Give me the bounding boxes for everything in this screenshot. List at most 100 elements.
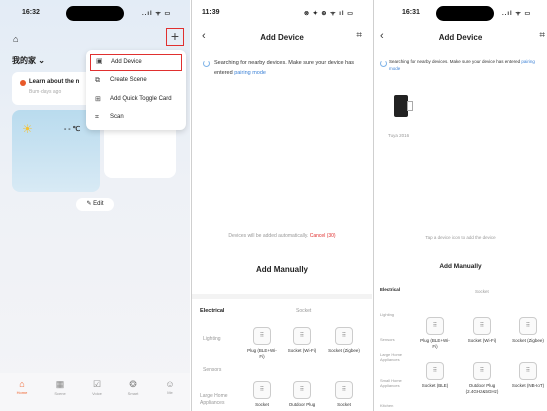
sun-icon: ☀ bbox=[22, 122, 33, 136]
status-bar: 16:32 ..ıl ᯤ ▭ bbox=[0, 0, 190, 26]
searching-spinner-icon bbox=[203, 60, 210, 67]
scene-tab-icon: ▦ bbox=[55, 379, 65, 389]
device-tile-label: Plug (BLE+Wi-Fi) bbox=[420, 338, 450, 349]
category-small-home-appliances[interactable]: Small Home Appliances bbox=[380, 378, 408, 388]
device-tile[interactable]: ⠿ Socket (NB-IoT) bbox=[511, 362, 545, 389]
searching-message: Searching for nearby devices. Make sure … bbox=[389, 59, 522, 64]
tab-label: Home bbox=[16, 390, 28, 395]
learn-card-subtitle: Bum·days ago bbox=[29, 89, 62, 95]
status-time: 16:32 bbox=[22, 9, 40, 16]
category-sensors[interactable]: Sensors bbox=[203, 367, 221, 374]
tab-smart[interactable]: ❂ Smart bbox=[119, 379, 147, 396]
menu-scan[interactable]: ⌗ Scan bbox=[90, 109, 182, 126]
menu-item-label: Scan bbox=[110, 114, 124, 120]
plug-device-icon bbox=[394, 95, 408, 117]
found-device-name: Tuya 2016 bbox=[388, 133, 410, 138]
device-tile-label: Socket bbox=[255, 402, 269, 407]
searching-text: Searching for nearby devices. Make sure … bbox=[389, 58, 541, 72]
socket-icon: ⠿ bbox=[335, 381, 353, 399]
smart-tab-icon: ❂ bbox=[129, 379, 137, 389]
device-tile-label: Socket (NB-IoT) bbox=[511, 383, 545, 388]
page-title: Add Device bbox=[260, 33, 304, 42]
category-electrical[interactable]: Electrical bbox=[200, 308, 224, 314]
device-tile[interactable]: ⠿ Socket (Wi-Fi) bbox=[465, 317, 499, 344]
add-menu: ▣ Add Device ⧉ Create Scene ⊞ Add Quick … bbox=[86, 50, 186, 130]
socket-pins-icon bbox=[407, 101, 413, 111]
add-manually-heading[interactable]: Add Manually bbox=[192, 265, 372, 274]
searching-spinner-icon bbox=[380, 60, 387, 67]
menu-item-label: Add Device bbox=[111, 59, 142, 65]
device-tile[interactable]: ⠿ Plug (BLE+Wi-Fi) bbox=[245, 327, 279, 359]
device-tile-label: Socket (Zigbee) bbox=[328, 348, 360, 353]
device-tile-label: Plug (BLE+Wi-Fi) bbox=[247, 348, 277, 359]
socket-icon: ⠿ bbox=[253, 327, 271, 345]
tab-voice[interactable]: ☑ Voice bbox=[83, 379, 111, 396]
scan-icon[interactable]: ⌗ bbox=[539, 30, 545, 41]
socket-icon: ⠿ bbox=[293, 327, 311, 345]
dynamic-island bbox=[436, 6, 494, 21]
status-icons: ..ıl ᯤ ▭ bbox=[502, 11, 532, 17]
device-tile[interactable]: ⠿ Plug (BLE+Wi-Fi) bbox=[418, 317, 452, 349]
device-tile[interactable]: ⠿ Socket (Zigbee) bbox=[327, 327, 361, 354]
edit-button[interactable]: ✎ Edit bbox=[76, 198, 114, 211]
device-tile[interactable]: ⠿ Socket (Zigbee) bbox=[511, 317, 545, 344]
learn-card-title: Learn about the n bbox=[29, 79, 80, 85]
category-lighting[interactable]: Lighting bbox=[203, 336, 221, 343]
scan-icon: ⌗ bbox=[95, 114, 99, 121]
device-tile-label: Socket (Wi-Fi) bbox=[287, 348, 317, 353]
tab-home[interactable]: ⌂ Home bbox=[8, 379, 36, 395]
device-tile-label: Socket (BLE) bbox=[421, 383, 449, 388]
tab-me[interactable]: ☺ Me bbox=[156, 379, 184, 395]
status-time: 16:31 bbox=[402, 9, 420, 16]
status-bar: 16:31 ..ıl ᯤ ▭ bbox=[374, 0, 547, 26]
menu-item-label: Add Quick Toggle Card bbox=[110, 96, 172, 102]
add-manually-heading[interactable]: Add Manually bbox=[374, 263, 547, 270]
category-large-home-appliances[interactable]: Large Home Appliances bbox=[380, 352, 408, 362]
device-tile[interactable]: ⠿ Socket (BLE) bbox=[418, 362, 452, 389]
tab-bar: ⌂ Home ▦ Scene ☑ Voice ❂ Smart ☺ Me bbox=[0, 373, 190, 411]
device-icon: ▣ bbox=[96, 58, 103, 65]
status-icons: ⊗ ✦ ⊕ ᯤ ıl ▭ bbox=[304, 11, 354, 17]
device-tile[interactable]: ⠿ Socket (Wi-Fi) bbox=[285, 327, 319, 354]
cancel-link[interactable]: Cancel (30) bbox=[310, 233, 336, 239]
toggle-card-icon: ⊞ bbox=[95, 96, 101, 103]
add-plus-button[interactable]: + bbox=[166, 28, 184, 46]
home-screen: 16:32 ..ıl ᯤ ▭ ⌂ + 我的家 ⌄ Learn about the… bbox=[0, 0, 190, 411]
device-tile[interactable]: ⠿ Socket bbox=[327, 381, 361, 408]
weather-temperature: - - ℃ bbox=[64, 126, 81, 133]
socket-icon: ⠿ bbox=[519, 317, 537, 335]
home-name-selector[interactable]: 我的家 ⌄ bbox=[12, 55, 45, 66]
divider bbox=[192, 294, 372, 299]
device-tile-label: Socket bbox=[337, 402, 351, 407]
device-tile[interactable]: ⠿ Outdoor Plug bbox=[285, 381, 319, 408]
found-device[interactable] bbox=[394, 95, 414, 121]
home-icon[interactable]: ⌂ bbox=[13, 34, 18, 44]
add-device-screen-searching: 11:39 ⊗ ✦ ⊕ ᯤ ıl ▭ ‹ Add Device ⌗ Search… bbox=[191, 0, 372, 411]
me-tab-icon: ☺ bbox=[165, 379, 175, 389]
menu-item-label: Create Scene bbox=[110, 77, 147, 83]
home-tab-icon: ⌂ bbox=[19, 379, 25, 389]
category-sensors[interactable]: Sensors bbox=[380, 336, 395, 343]
device-tile[interactable]: ⠿ Socket bbox=[245, 381, 279, 408]
tab-label: Smart bbox=[127, 391, 139, 396]
menu-create-scene[interactable]: ⧉ Create Scene bbox=[90, 72, 182, 89]
device-tile[interactable]: ⠿ Outdoor Plug (2.4GHz&5GHz) bbox=[465, 362, 499, 394]
scan-icon[interactable]: ⌗ bbox=[356, 30, 362, 41]
socket-icon: ⠿ bbox=[473, 317, 491, 335]
page-title: Add Device bbox=[438, 33, 483, 42]
menu-add-device[interactable]: ▣ Add Device bbox=[90, 54, 182, 71]
tab-scene[interactable]: ▦ Scene bbox=[46, 379, 74, 396]
location-pin-icon bbox=[20, 80, 26, 86]
auto-add-note: Devices will be added automatically. Can… bbox=[192, 233, 372, 239]
category-electrical[interactable]: Electrical bbox=[380, 287, 400, 292]
tab-label: Me bbox=[167, 390, 173, 395]
category-kitchen[interactable]: Kitchen bbox=[380, 402, 393, 409]
menu-add-quick-toggle-card[interactable]: ⊞ Add Quick Toggle Card bbox=[90, 91, 182, 108]
category-lighting[interactable]: Lighting bbox=[380, 311, 394, 318]
device-tile-label: Outdoor Plug (2.4GHz&5GHz) bbox=[465, 383, 499, 394]
category-large-home-appliances[interactable]: Large Home Appliances bbox=[200, 393, 240, 407]
socket-icon: ⠿ bbox=[253, 381, 271, 399]
pairing-mode-link[interactable]: pairing mode bbox=[234, 70, 266, 76]
add-device-screen-found: 16:31 ..ıl ᯤ ▭ ‹ Add Device ⌗ Searching … bbox=[373, 0, 547, 411]
socket-icon: ⠿ bbox=[293, 381, 311, 399]
